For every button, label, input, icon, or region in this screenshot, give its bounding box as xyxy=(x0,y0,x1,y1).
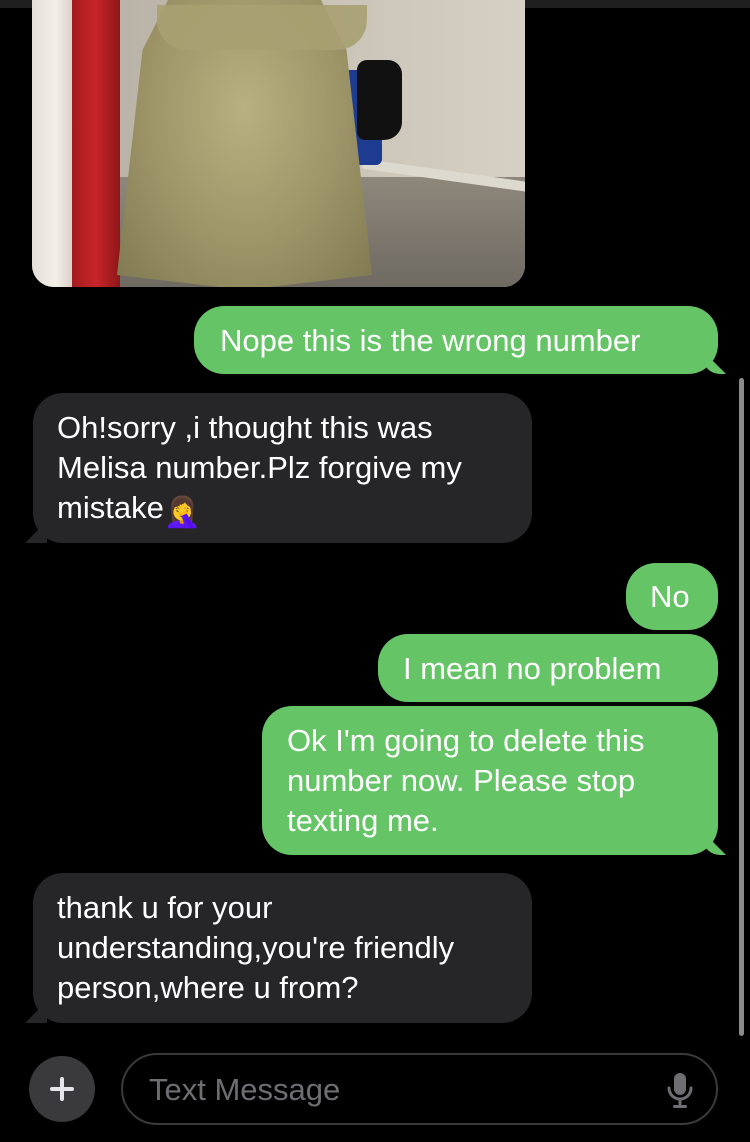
message-bubble-outgoing[interactable]: Nope this is the wrong number xyxy=(194,306,718,374)
photo-message[interactable] xyxy=(32,0,525,287)
message-bubble-incoming[interactable]: Oh!sorry ,i thought this was Melisa numb… xyxy=(33,393,532,543)
message-text: Nope this is the wrong number xyxy=(220,323,641,358)
microphone-icon[interactable] xyxy=(666,1071,694,1109)
message-bubble-outgoing[interactable]: No xyxy=(626,563,718,630)
photo-red-garment xyxy=(72,0,120,287)
message-text: Oh!sorry ,i thought this was Melisa numb… xyxy=(57,410,462,525)
message-text: Ok I'm going to delete this number now. … xyxy=(287,723,645,838)
photo-white-garment xyxy=(32,0,72,287)
message-input[interactable] xyxy=(147,1067,631,1113)
plus-icon xyxy=(50,1077,74,1101)
add-attachment-button[interactable] xyxy=(29,1056,95,1122)
scrollbar[interactable] xyxy=(739,378,744,1036)
facepalm-emoji: 🤦‍♀️ xyxy=(163,496,202,529)
photo-ruffle xyxy=(157,5,367,50)
message-text: I mean no problem xyxy=(403,651,662,686)
message-text: thank u for your understanding,you're fr… xyxy=(57,890,455,1005)
message-bubble-incoming[interactable]: thank u for your understanding,you're fr… xyxy=(33,873,532,1023)
message-text: No xyxy=(650,579,690,614)
message-bubble-outgoing[interactable]: Ok I'm going to delete this number now. … xyxy=(262,706,718,855)
photo-bag xyxy=(357,60,402,140)
message-bubble-outgoing[interactable]: I mean no problem xyxy=(378,634,718,702)
message-input-container[interactable] xyxy=(121,1053,718,1125)
